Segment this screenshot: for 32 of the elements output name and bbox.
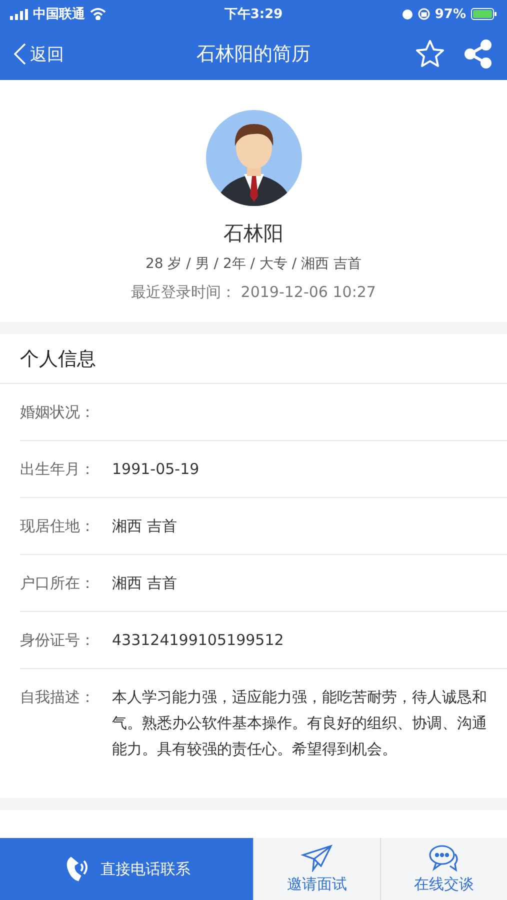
candidate-name: 石林阳 <box>224 220 284 247</box>
field-label: 现居住地： <box>20 516 96 537</box>
field-label: 身份证号： <box>20 630 96 651</box>
carrier-name: 中国联通 <box>33 6 85 23</box>
section-title: 个人信息 <box>0 334 507 384</box>
last-login-time: 最近登录时间： 2019-12-06 10:27 <box>131 283 376 302</box>
back-button[interactable]: 返回 <box>14 42 124 66</box>
paper-plane-icon <box>301 844 333 872</box>
page-title: 石林阳的简历 <box>196 42 312 67</box>
status-time: 下午3:29 <box>224 6 283 23</box>
invite-button[interactable]: 邀请面试 <box>253 838 380 900</box>
field-label: 自我描述： <box>20 687 96 708</box>
candidate-summary: 28 岁 / 男 / 2年 / 大专 / 湘西 吉首 <box>145 255 362 273</box>
chat-bubbles-icon <box>428 844 460 872</box>
battery-icon <box>471 8 497 20</box>
call-button[interactable]: 直接电话联系 <box>0 838 253 900</box>
field-value: 433124199105199512 <box>112 630 285 651</box>
chevron-left-icon <box>14 43 26 65</box>
field-value: 1991-05-19 <box>112 459 200 480</box>
field-label: 出生年月： <box>20 459 96 480</box>
field-value: 湘西 吉首 <box>112 573 178 594</box>
field-value: 湘西 吉首 <box>112 516 178 537</box>
share-button[interactable] <box>463 39 493 69</box>
back-label: 返回 <box>30 44 64 66</box>
favorite-button[interactable] <box>415 39 445 69</box>
field-label: 婚姻状况： <box>20 402 96 423</box>
field-value: 本人学习能力强，适应能力强，能吃苦耐劳，待人诚恳和气。熟悉办公软件基本操作。有良好的组织、协调、沟通能力。具有较强的责任心。希望得到机会。 <box>112 687 488 760</box>
chat-button[interactable]: 在线交谈 <box>380 838 507 900</box>
signal-icon <box>10 8 28 20</box>
battery-percent: 97% <box>434 6 466 22</box>
wifi-icon <box>90 8 106 20</box>
field-label: 户口所在： <box>20 573 96 594</box>
